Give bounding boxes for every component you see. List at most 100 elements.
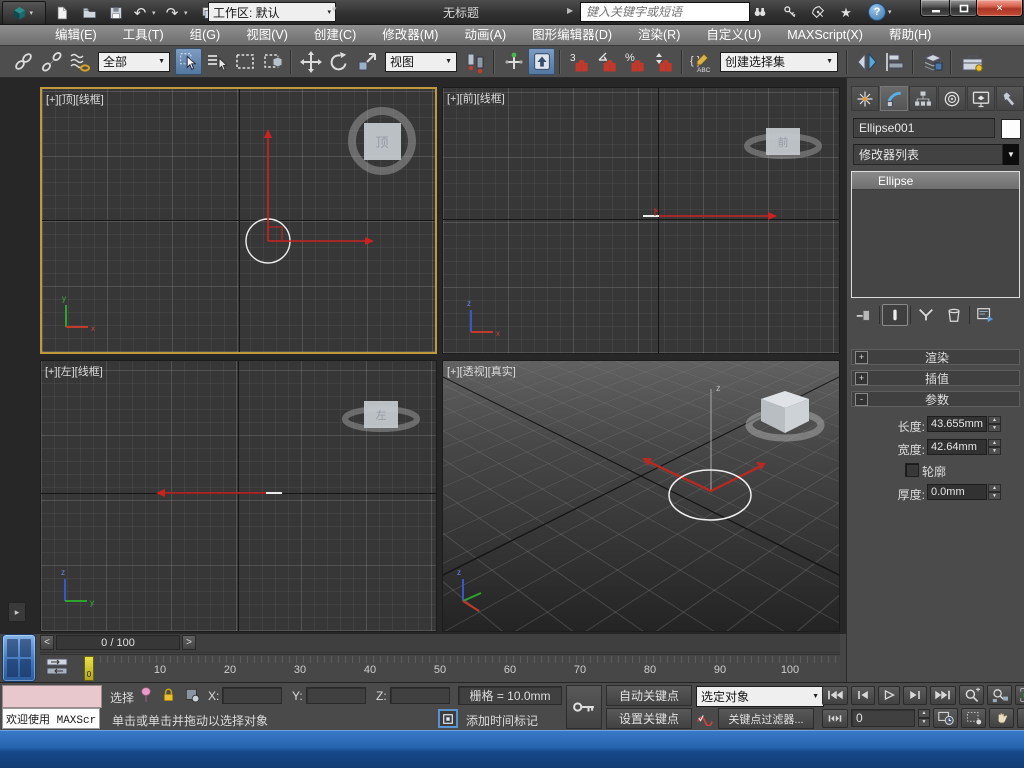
time-configuration-icon[interactable] — [933, 708, 958, 728]
modifier-stack[interactable]: Ellipse — [851, 171, 1020, 298]
key-filter-selset-dropdown[interactable]: 选定对象 ▼ — [696, 686, 824, 707]
keyboard-shortcut-override-button[interactable] — [528, 48, 555, 75]
object-color-swatch[interactable] — [1001, 119, 1021, 139]
menu-item[interactable]: 组(G) — [177, 25, 234, 46]
thickness-spinner[interactable]: ▲▼ — [988, 484, 1001, 500]
help-caret-icon[interactable]: ▾ — [888, 8, 896, 16]
tab-create[interactable] — [851, 86, 879, 111]
default-in-out-tangent-icon[interactable] — [696, 710, 714, 726]
play-animation-icon[interactable] — [878, 686, 900, 705]
menu-item[interactable]: 动画(A) — [451, 25, 519, 46]
help-icon[interactable]: ? — [868, 3, 886, 21]
redo-button[interactable]: ↷ — [163, 3, 181, 23]
tab-display[interactable] — [967, 86, 995, 111]
rollout-interpolation[interactable]: + 插值 — [851, 370, 1020, 386]
go-to-end-icon[interactable] — [930, 686, 956, 705]
application-menu-button[interactable]: ▾ — [2, 1, 46, 25]
select-by-name-icon[interactable] — [203, 48, 230, 75]
add-time-tag[interactable]: 添加时间标记 — [466, 712, 538, 729]
use-pivot-point-center-icon[interactable] — [462, 48, 489, 75]
y-coordinate-field[interactable] — [306, 687, 366, 704]
unlink-selection-icon[interactable] — [38, 48, 65, 75]
undo-button[interactable]: ↶ — [131, 3, 149, 23]
manage-layers-icon[interactable] — [919, 48, 946, 75]
rectangular-selection-region-icon[interactable] — [231, 48, 258, 75]
snap-toggle-3d-icon[interactable]: 3 — [566, 48, 593, 75]
isolate-selection-icon[interactable] — [438, 709, 458, 728]
workspace-menu-icon[interactable]: ▼ — [330, 5, 338, 14]
set-key-button[interactable]: 设置关键点 — [606, 708, 692, 729]
select-and-rotate-icon[interactable] — [325, 48, 352, 75]
open-mini-curve-editor-icon[interactable] — [44, 656, 70, 678]
viewport-left-label[interactable]: [+][左][线框] — [45, 363, 103, 379]
search-input[interactable] — [580, 2, 750, 22]
length-input[interactable]: 43.655mm — [927, 416, 987, 432]
align-icon[interactable] — [881, 48, 908, 75]
key-filters-button[interactable]: 关键点过滤器... — [718, 708, 814, 729]
menu-item[interactable]: 创建(C) — [301, 25, 369, 46]
viewport-perspective-label[interactable]: [+][透视][真实] — [447, 363, 516, 379]
spinner-snap-toggle-icon[interactable] — [650, 48, 677, 75]
select-object-button[interactable] — [175, 48, 202, 75]
reference-coordinate-dropdown[interactable]: 视图 ▼ — [385, 52, 457, 72]
select-and-link-icon[interactable] — [10, 48, 37, 75]
menu-item[interactable]: 帮助(H) — [876, 25, 944, 46]
track-bar-frame-handle[interactable]: 0 — [84, 656, 94, 681]
selection-filter-dropdown[interactable]: 全部 ▼ — [98, 52, 170, 72]
percent-snap-toggle-icon[interactable]: % — [622, 48, 649, 75]
viewport-left[interactable]: 左 z y [+][左][线框] — [40, 360, 437, 632]
current-frame-field[interactable]: 0 — [851, 709, 915, 727]
pan-view-icon[interactable] — [989, 708, 1014, 728]
select-and-scale-icon[interactable] — [353, 48, 380, 75]
license-key-icon[interactable] — [778, 2, 802, 22]
edit-named-selection-sets-icon[interactable]: { }ABC — [688, 48, 715, 75]
favorites-star-icon[interactable]: ★ — [834, 3, 858, 23]
pin-stack-icon[interactable] — [851, 304, 877, 326]
orbit-view-icon[interactable] — [1017, 708, 1024, 728]
menu-item[interactable]: 编辑(E) — [42, 25, 110, 46]
rollout-rendering[interactable]: + 渲染 — [851, 349, 1020, 365]
window-crossing-toggle-icon[interactable] — [259, 48, 286, 75]
time-slider-handle[interactable]: 0 / 100 — [56, 635, 180, 650]
tab-utilities[interactable] — [996, 86, 1024, 111]
new-file-button[interactable] — [50, 3, 74, 23]
tab-modify[interactable] — [880, 86, 908, 111]
workspace-selector[interactable]: 工作区: 默认 ▾ — [208, 2, 336, 22]
menu-item[interactable]: MAXScript(X) — [774, 25, 876, 46]
z-coordinate-field[interactable] — [390, 687, 450, 704]
show-end-result-icon[interactable] — [882, 304, 908, 326]
previous-frame-icon[interactable] — [851, 686, 875, 705]
auto-key-button[interactable]: 自动关键点 — [606, 685, 692, 706]
menu-item[interactable]: 修改器(M) — [369, 25, 451, 46]
graphite-modeling-tools-icon[interactable] — [957, 48, 989, 75]
width-input[interactable]: 42.64mm — [927, 439, 987, 455]
angle-snap-toggle-icon[interactable] — [594, 48, 621, 75]
zoom-all-icon[interactable] — [987, 685, 1012, 705]
communication-center-icon[interactable] — [806, 2, 830, 22]
maximize-button[interactable] — [949, 0, 978, 17]
viewport-front[interactable]: 前 z x [+][前][线框] — [442, 87, 840, 354]
track-bar[interactable]: 102030405060708090100 0 — [40, 654, 840, 682]
maxscript-mini-listener[interactable]: 欢迎使用 MAXScr — [2, 708, 100, 729]
selection-pin-icon[interactable] — [138, 686, 154, 705]
viewport-top-label[interactable]: [+][顶][线框] — [46, 91, 104, 107]
x-coordinate-field[interactable] — [222, 687, 282, 704]
rollout-collapse-icon[interactable]: - — [855, 393, 868, 406]
select-and-manipulate-icon[interactable] — [500, 48, 527, 75]
named-selection-sets-dropdown[interactable]: 创建选择集 ▼ — [720, 52, 838, 72]
frame-spinner[interactable]: ▲▼ — [918, 709, 930, 727]
viewport-perspective[interactable]: z z [+][透视][真实] — [442, 360, 840, 632]
key-mode-toggle-icon[interactable] — [822, 709, 848, 728]
rollout-parameters[interactable]: - 参数 — [851, 391, 1020, 407]
viewport-layout-tabs-icon[interactable] — [2, 634, 36, 682]
select-and-move-icon[interactable] — [297, 48, 324, 75]
configure-modifier-sets-icon[interactable] — [972, 304, 998, 326]
make-unique-icon[interactable] — [913, 304, 939, 326]
remove-modifier-icon[interactable] — [941, 304, 967, 326]
outline-checkbox[interactable] — [905, 463, 919, 477]
next-frame-slider-button[interactable]: > — [182, 635, 196, 650]
next-frame-icon[interactable] — [903, 686, 927, 705]
search-icon[interactable] — [748, 2, 772, 22]
zoom-icon[interactable] — [959, 685, 984, 705]
absolute-offset-toggle-icon[interactable] — [184, 687, 201, 704]
